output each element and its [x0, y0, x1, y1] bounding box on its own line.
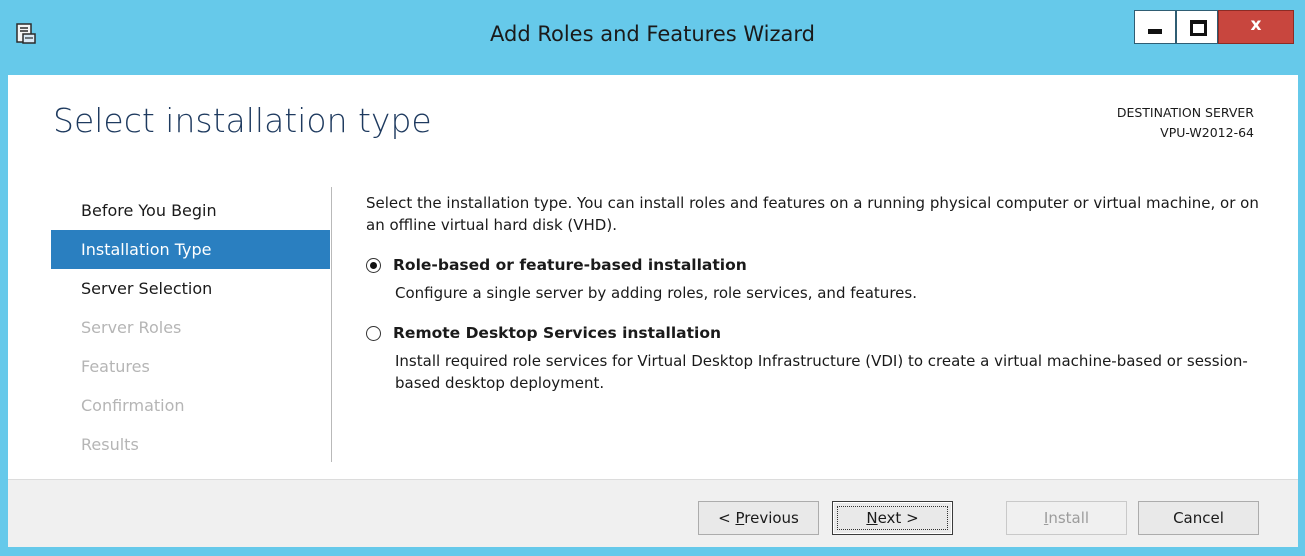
title-bar[interactable]: Add Roles and Features Wizard x: [0, 0, 1305, 75]
nav-item-server-selection[interactable]: Server Selection: [51, 269, 330, 308]
wizard-window: Add Roles and Features Wizard x Select i…: [0, 0, 1305, 556]
main-content: Select the installation type. You can in…: [366, 192, 1266, 412]
previous-button[interactable]: < Previous: [698, 501, 819, 535]
nav-item-before-you-begin[interactable]: Before You Begin: [51, 191, 330, 230]
nav-item-server-roles: Server Roles: [81, 318, 182, 337]
window-title: Add Roles and Features Wizard: [490, 22, 815, 46]
minimize-icon: [1148, 29, 1162, 34]
role-based-description: Configure a single server by adding role…: [395, 284, 917, 302]
option-remote-desktop[interactable]: Remote Desktop Services installation Ins…: [366, 322, 1266, 394]
role-based-title[interactable]: Role-based or feature-based installation: [393, 254, 747, 276]
previous-prefix: <: [718, 509, 736, 527]
nav-item-features: Features: [81, 357, 150, 376]
next-button[interactable]: Next >: [832, 501, 953, 535]
nav-item-results: Results: [81, 435, 139, 454]
intro-text: Select the installation type. You can in…: [366, 194, 1259, 234]
focus-rect: [837, 506, 948, 530]
close-icon: x: [1250, 15, 1262, 35]
destination-server-label: DESTINATION SERVER: [1116, 105, 1254, 120]
page-title: Select installation type: [53, 101, 432, 140]
remote-desktop-title[interactable]: Remote Desktop Services installation: [393, 322, 721, 344]
nav-item-installation-type[interactable]: Installation Type: [51, 230, 330, 269]
close-button[interactable]: x: [1218, 10, 1294, 44]
wizard-step-nav: Before You Begin Installation Type Serve…: [51, 191, 330, 464]
nav-divider: [331, 187, 332, 462]
cancel-button[interactable]: Cancel: [1138, 501, 1259, 535]
remote-desktop-description: Install required role services for Virtu…: [395, 352, 1248, 392]
maximize-icon: [1190, 20, 1207, 36]
nav-item-confirmation: Confirmation: [81, 396, 185, 415]
maximize-button[interactable]: [1176, 10, 1218, 44]
minimize-button[interactable]: [1134, 10, 1176, 44]
option-role-based[interactable]: Role-based or feature-based installation…: [366, 254, 1266, 304]
wizard-body: Select installation type DESTINATION SER…: [8, 75, 1298, 479]
role-based-radio[interactable]: [366, 257, 381, 273]
previous-label: revious: [744, 509, 799, 527]
wizard-footer: < Previous Next > Install Cancel: [8, 479, 1298, 547]
install-button: Install: [1006, 501, 1127, 535]
previous-access-key: P: [735, 509, 745, 527]
destination-server-name: VPU-W2012-64: [1160, 125, 1254, 140]
remote-desktop-radio[interactable]: [366, 325, 381, 341]
install-label: nstall: [1048, 509, 1090, 527]
